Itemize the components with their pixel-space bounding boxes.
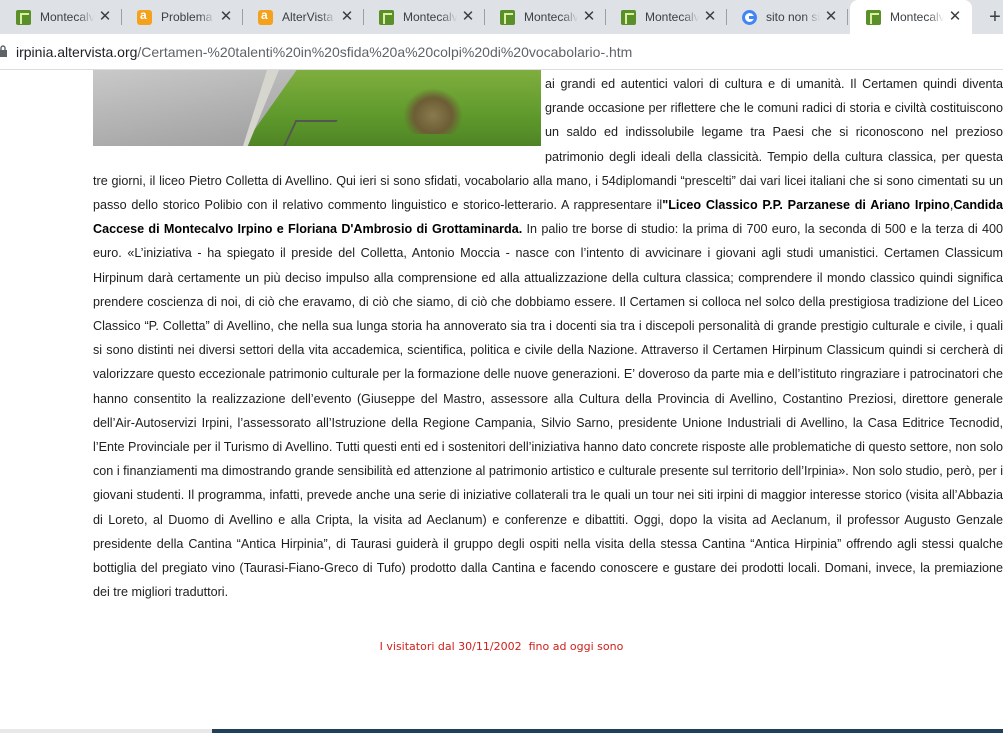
tab-altervista[interactable]: AlterVista ✕ (242, 0, 364, 34)
article-body: ai grandi ed autentici valori di cultura… (93, 72, 1003, 604)
close-icon[interactable]: ✕ (340, 9, 354, 24)
url-path: /Certamen-%20talenti%20in%20sfida%20a%20… (137, 44, 633, 60)
tab-montecalvo-1[interactable]: Montecalvo Irpino ✕ (0, 0, 122, 34)
close-icon[interactable]: ✕ (824, 9, 838, 24)
url-text[interactable]: irpinia.altervista.org/Certamen-%20talen… (16, 44, 632, 60)
tab-montecalvo-4[interactable]: Montecalvo Irpino ✕ (605, 0, 727, 34)
photo-float-spacer (93, 72, 545, 146)
montecalvo-favicon-icon (866, 9, 881, 25)
close-icon[interactable]: ✕ (219, 9, 233, 24)
tab-title: Montecalvo Irpino (645, 10, 699, 24)
lock-icon[interactable] (0, 45, 8, 57)
tab-title: Montecalvo Irpino (40, 10, 94, 24)
address-bar[interactable]: irpinia.altervista.org/Certamen-%20talen… (0, 34, 1003, 70)
altervista-favicon-icon (137, 8, 152, 25)
tab-montecalvo-2[interactable]: Montecalvo Irpino ✕ (363, 0, 485, 34)
montecalvo-favicon-icon (16, 9, 31, 25)
tab-strip: Montecalvo Irpino ✕ Problema con ✕ Alter… (0, 0, 1003, 34)
tab-google-search[interactable]: sito non si ✕ (726, 0, 848, 34)
close-icon[interactable]: ✕ (461, 9, 475, 24)
new-tab-button[interactable]: + (984, 6, 1003, 28)
tab-divider (847, 9, 848, 25)
close-icon[interactable]: ✕ (948, 9, 962, 24)
visitor-counter-text: I visitatori dal 30/11/2002 fino ad oggi… (379, 640, 624, 653)
tab-title: sito non si (766, 10, 820, 24)
tab-title: Montecalvo Irpino (403, 10, 457, 24)
tab-title: Montecalvo Irpino (890, 10, 944, 24)
url-host: irpinia.altervista.org (16, 44, 138, 60)
altervista-favicon-icon (258, 8, 273, 25)
article-bold-school: "Liceo Classico P.P. Parzanese di Ariano… (662, 198, 950, 213)
article-text-3: In palio tre borse di studio: la prima d… (93, 222, 1003, 600)
bottom-edge (0, 729, 1003, 733)
close-icon[interactable]: ✕ (98, 9, 112, 24)
tab-problema[interactable]: Problema con ✕ (121, 0, 243, 34)
close-icon[interactable]: ✕ (703, 9, 717, 24)
google-favicon-icon (742, 9, 757, 25)
tab-title: Montecalvo Irpino (524, 10, 578, 24)
tab-title: AlterVista (282, 10, 334, 24)
tab-montecalvo-active[interactable]: Montecalvo Irpino ✕ (850, 0, 972, 34)
montecalvo-favicon-icon (379, 9, 394, 25)
tab-title: Problema con (161, 10, 215, 24)
tab-montecalvo-3[interactable]: Montecalvo Irpino ✕ (484, 0, 606, 34)
taskbar-strip (212, 729, 1003, 733)
montecalvo-favicon-icon (621, 9, 636, 25)
close-icon[interactable]: ✕ (582, 9, 596, 24)
montecalvo-favicon-icon (500, 9, 515, 25)
